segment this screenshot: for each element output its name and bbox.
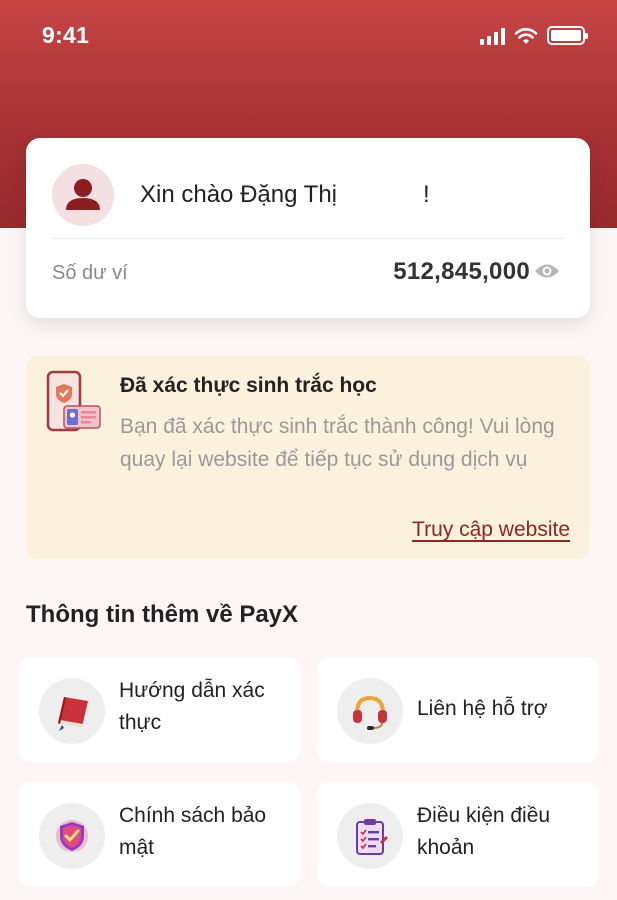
divider: [52, 238, 564, 239]
wifi-icon: [514, 27, 538, 44]
user-card: Xin chào Đặng Thị! Số dư ví 512,845,000: [26, 138, 590, 318]
greeting-prefix: Xin chào Đặng Thị: [140, 181, 338, 208]
tile-icon-circle: [39, 678, 105, 744]
avatar[interactable]: [52, 164, 114, 226]
terms-tile[interactable]: Điều kiện điều khoản: [317, 782, 598, 887]
biometric-phone-icon: [46, 370, 101, 432]
tile-label: Chính sách bảo mật: [119, 804, 267, 859]
greeting-text: Xin chào Đặng Thị!: [140, 181, 430, 209]
cellular-signal-icon: [480, 27, 505, 45]
tile-label: Hướng dẫn xác thực: [119, 679, 265, 734]
privacy-policy-tile[interactable]: Chính sách bảo mật: [19, 782, 300, 887]
status-bar: 9:41: [0, 0, 617, 70]
tile-label: Liên hệ hỗ trợ: [417, 697, 548, 720]
book-icon: [58, 697, 88, 731]
headset-icon: [353, 695, 387, 730]
biometric-notice: Đã xác thực sinh trắc học Bạn đã xác thự…: [26, 356, 590, 559]
section-title: Thông tin thêm về PayX: [26, 601, 299, 628]
clipboard-icon: [356, 819, 388, 855]
tile-icon-circle: [39, 803, 105, 869]
guide-tile[interactable]: Hướng dẫn xác thực: [19, 657, 300, 762]
shield-check-icon: [56, 820, 88, 852]
status-icons: [480, 26, 588, 45]
greeting-suffix: !: [423, 181, 430, 208]
biometric-description: Bạn đã xác thực sinh trắc thành công! Vu…: [120, 415, 555, 471]
tile-icon-circle: [337, 803, 403, 869]
tile-label: Điều kiện điều khoản: [417, 804, 551, 859]
support-tile[interactable]: Liên hệ hỗ trợ: [317, 657, 598, 762]
balance-value: 512,845,000: [393, 258, 530, 285]
status-time: 9:41: [42, 22, 90, 48]
biometric-title: Đã xác thực sinh trắc học: [120, 374, 377, 397]
eye-icon[interactable]: [534, 262, 560, 280]
visit-website-link[interactable]: Truy cập website: [412, 518, 570, 542]
balance-label: Số dư ví: [52, 262, 128, 284]
tile-icon-circle: [337, 678, 403, 744]
battery-icon: [547, 26, 588, 45]
user-icon: [66, 179, 100, 210]
